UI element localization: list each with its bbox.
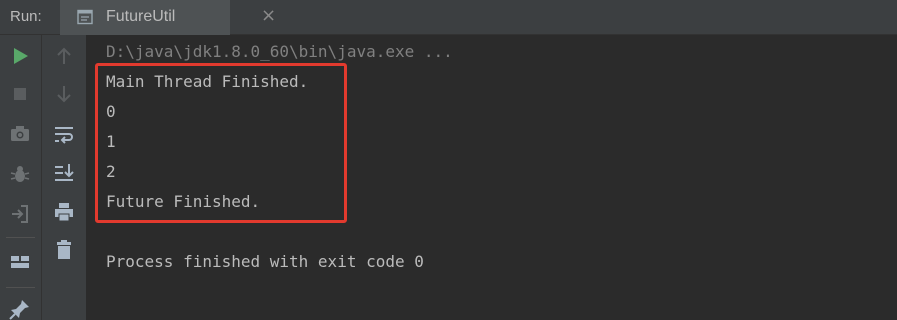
toolbar-divider xyxy=(6,287,35,288)
run-label: Run: xyxy=(10,8,42,25)
stop-icon[interactable] xyxy=(8,82,32,106)
soft-wrap-icon[interactable] xyxy=(52,123,76,147)
close-icon[interactable]: × xyxy=(261,7,276,25)
tab-label: FutureUtil xyxy=(106,8,176,25)
window-icon xyxy=(77,9,93,25)
camera-icon[interactable] xyxy=(8,122,32,146)
run-toolbar-secondary xyxy=(41,35,86,320)
trash-icon[interactable] xyxy=(52,238,76,262)
pin-icon[interactable] xyxy=(8,297,32,320)
layout-icon[interactable] xyxy=(8,250,32,274)
highlight-annotation xyxy=(95,63,347,223)
vertical-scrollbar[interactable] xyxy=(886,35,897,320)
print-icon[interactable] xyxy=(52,200,76,224)
arrow-down-icon[interactable] xyxy=(52,82,76,106)
scroll-to-end-icon[interactable] xyxy=(52,161,76,185)
console-output[interactable]: D:\java\jdk1.8.0_60\bin\java.exe ... Mai… xyxy=(86,35,897,320)
command-line: D:\java\jdk1.8.0_60\bin\java.exe ... xyxy=(106,42,453,61)
play-icon[interactable] xyxy=(8,44,32,68)
tab-futureutil[interactable]: FutureUtil × xyxy=(60,0,276,35)
toolbar-divider xyxy=(6,237,35,238)
arrow-up-icon[interactable] xyxy=(52,44,76,68)
run-toolbar-primary xyxy=(0,35,41,320)
process-exit-message: Process finished with exit code 0 xyxy=(106,252,424,271)
login-icon[interactable] xyxy=(8,202,32,226)
debug-icon[interactable] xyxy=(8,162,32,186)
run-header: Run: FutureUtil × xyxy=(0,0,897,35)
